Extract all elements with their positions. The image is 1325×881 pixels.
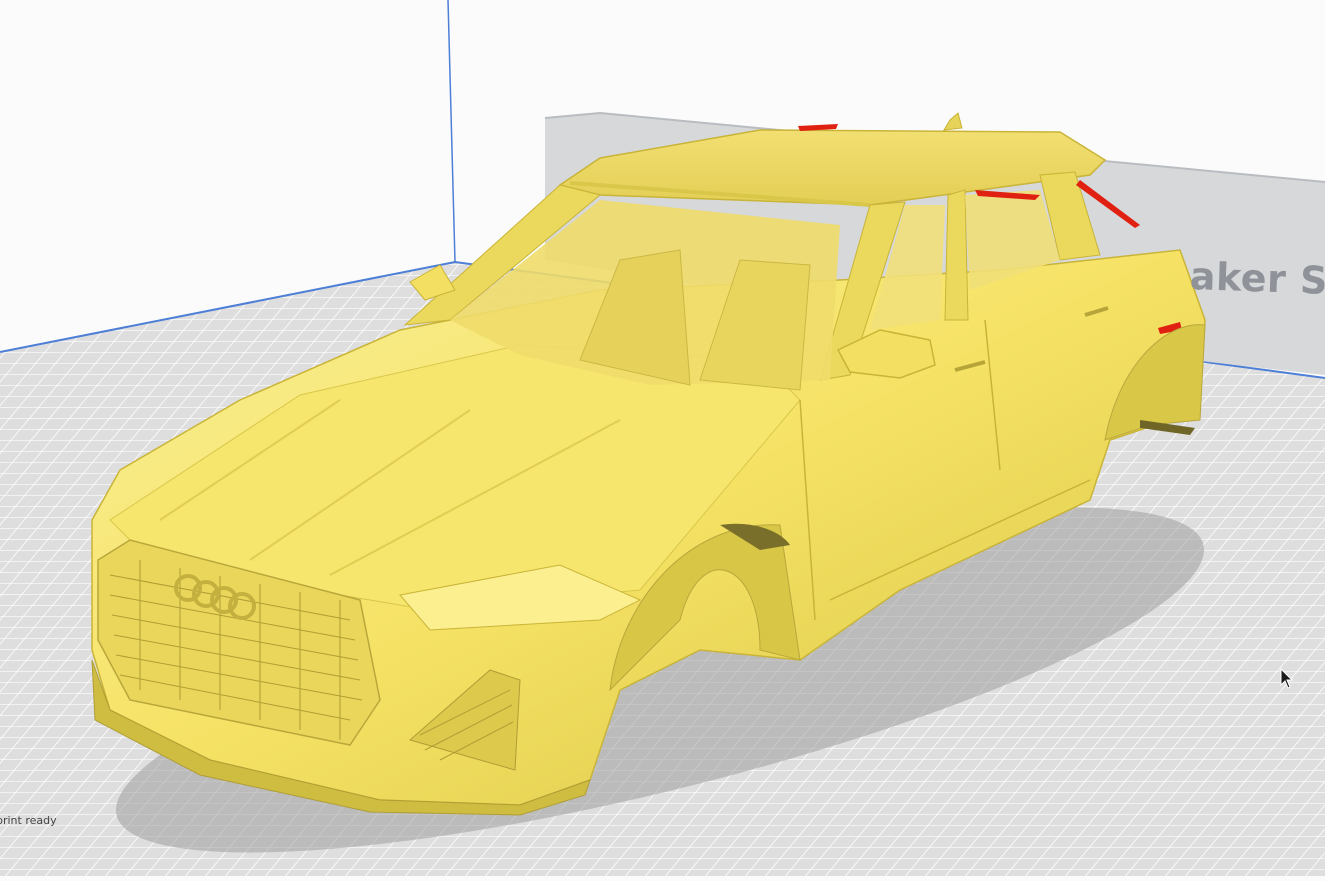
- build-volume-edge: [447, 0, 456, 263]
- arrow-cursor-icon: [1280, 667, 1294, 695]
- printer-model-label: aker S5: [1189, 254, 1325, 304]
- status-text: print ready: [0, 814, 57, 827]
- 3d-viewport[interactable]: aker S5 print ready: [0, 0, 1325, 876]
